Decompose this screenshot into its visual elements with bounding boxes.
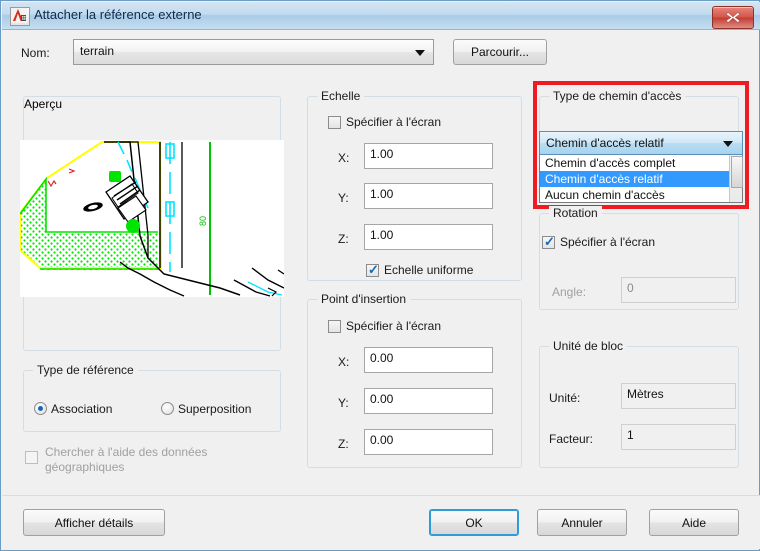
- scale-z-input[interactable]: 1.00: [364, 224, 493, 250]
- browse-button[interactable]: Parcourir...: [453, 39, 547, 65]
- radio-attachment-label: Association: [51, 402, 113, 416]
- geographic-data-label: Chercher à l'aide des données géographiq…: [45, 445, 208, 474]
- uniform-scale-label: Echelle uniforme: [384, 263, 474, 277]
- show-details-button[interactable]: Afficher détails: [23, 509, 165, 536]
- attach-external-reference-dialog: Attacher la référence externe Nom: terra…: [0, 0, 760, 551]
- insertion-y-input[interactable]: 0.00: [364, 388, 493, 414]
- name-label: Nom:: [21, 46, 50, 60]
- chevron-down-icon: [415, 50, 425, 56]
- uniform-scale-checkbox[interactable]: ✓: [366, 262, 379, 277]
- scale-x-label: X:: [338, 151, 350, 165]
- reference-type-group: Type de référence: [23, 363, 281, 432]
- block-unit-title: Unité de bloc: [549, 339, 628, 353]
- rotation-angle-label: Angle:: [552, 285, 587, 299]
- title-bar: Attacher la référence externe: [2, 2, 760, 30]
- block-unit-factor-label: Facteur:: [549, 432, 594, 446]
- close-button[interactable]: [712, 6, 754, 29]
- check-icon: ✓: [544, 234, 555, 249]
- block-unit-unit-value: Mètres: [627, 387, 664, 401]
- cad-drawing-preview: 80: [20, 140, 284, 297]
- rotation-angle-value: 0: [627, 281, 634, 295]
- scale-x-input[interactable]: 1.00: [364, 143, 493, 169]
- rotation-angle-input: 0: [621, 277, 736, 303]
- geographic-data-checkbox[interactable]: [25, 451, 38, 464]
- radio-overlay[interactable]: [161, 402, 174, 415]
- close-icon: [726, 12, 740, 23]
- block-unit-unit-label: Unité:: [549, 391, 581, 405]
- autocad-logo-icon: [10, 7, 30, 26]
- scale-x-value: 1.00: [370, 147, 394, 161]
- block-unit-factor-value: 1: [627, 428, 634, 442]
- path-type-highlight-annotation: [533, 81, 749, 209]
- rotation-specify-on-screen-checkbox[interactable]: ✓: [542, 234, 555, 249]
- scale-z-value: 1.00: [370, 228, 394, 242]
- preview-title: Aperçu: [24, 97, 63, 111]
- scale-y-input[interactable]: 1.00: [364, 183, 493, 209]
- insertion-z-label: Z:: [338, 437, 349, 451]
- help-button[interactable]: Aide: [649, 509, 739, 536]
- insertion-x-value: 0.00: [370, 351, 394, 365]
- insertion-y-label: Y:: [338, 396, 349, 410]
- insertion-x-label: X:: [338, 355, 350, 369]
- rotation-specify-on-screen-label: Spécifier à l'écran: [560, 235, 656, 249]
- scale-y-label: Y:: [338, 191, 349, 205]
- rotation-title: Rotation: [549, 206, 602, 220]
- scale-specify-on-screen-checkbox[interactable]: [328, 116, 341, 129]
- insertion-specify-on-screen-checkbox[interactable]: [328, 320, 341, 333]
- cancel-button[interactable]: Annuler: [537, 509, 627, 536]
- check-icon: ✓: [368, 262, 379, 277]
- scale-title: Echelle: [317, 89, 365, 103]
- radio-overlay-label: Superposition: [178, 402, 252, 416]
- preview-annotation-80: 80: [198, 216, 208, 226]
- window-title: Attacher la référence externe: [34, 7, 202, 22]
- ok-button[interactable]: OK: [429, 509, 519, 536]
- insertion-z-input[interactable]: 0.00: [364, 429, 493, 455]
- insertion-z-value: 0.00: [370, 433, 394, 447]
- scale-y-value: 1.00: [370, 187, 394, 201]
- insertion-specify-on-screen-label: Spécifier à l'écran: [346, 319, 442, 333]
- name-combobox[interactable]: terrain: [73, 39, 434, 65]
- reference-type-title: Type de référence: [33, 363, 138, 377]
- insertion-point-title: Point d'insertion: [317, 292, 411, 306]
- radio-dot-icon: [38, 406, 43, 411]
- name-value: terrain: [80, 44, 115, 58]
- insertion-x-input[interactable]: 0.00: [364, 347, 493, 373]
- block-unit-factor-value-field: 1: [621, 424, 736, 450]
- scale-z-label: Z:: [338, 232, 349, 246]
- radio-attachment[interactable]: [34, 402, 47, 415]
- block-unit-unit-value-field: Mètres: [621, 383, 736, 409]
- scale-specify-on-screen-label: Spécifier à l'écran: [346, 115, 442, 129]
- insertion-y-value: 0.00: [370, 392, 394, 406]
- preview-image: 80: [20, 140, 284, 297]
